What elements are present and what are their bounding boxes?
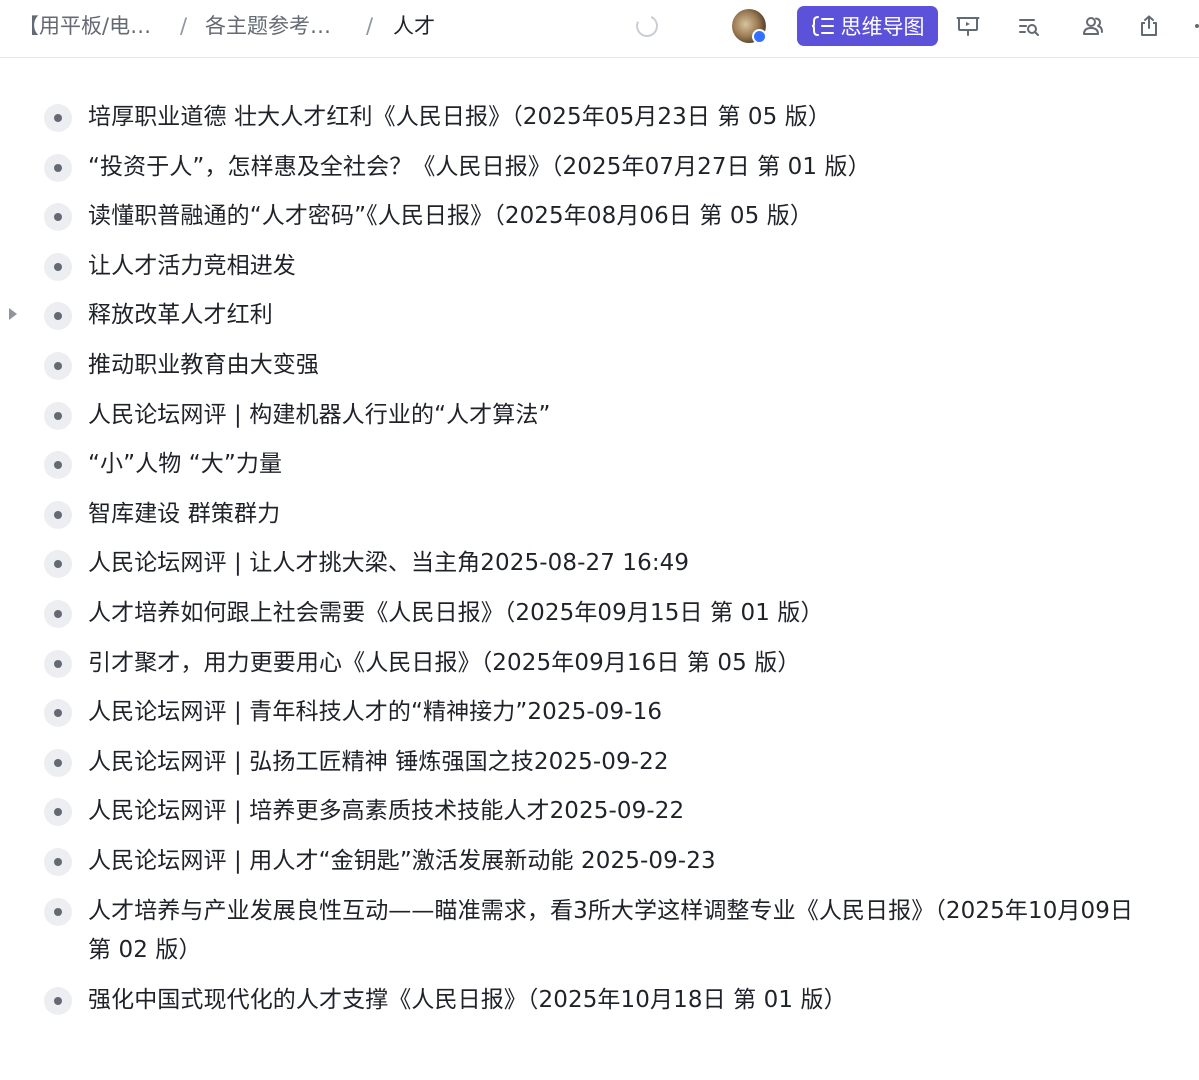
more-options-icon[interactable] xyxy=(1186,13,1199,39)
outline-item[interactable]: 培厚职业道德 壮大人才红利《人民日报》（2025年05月23日 第 05 版） xyxy=(0,93,1199,143)
outline-item-text[interactable]: “投资于人”，怎样惠及全社会？《人民日报》（2025年07月27日 第 01 版… xyxy=(88,143,1159,193)
outline-item[interactable]: “小”人物 “大”力量 xyxy=(0,440,1199,490)
outline-item-text[interactable]: 人才培养如何跟上社会需要《人民日报》（2025年09月15日 第 01 版） xyxy=(88,589,1159,639)
outline-item[interactable]: 人民论坛网评 | 用人才“金钥匙”激活发展新动能 2025-09-23 xyxy=(0,837,1199,887)
bullet-icon[interactable] xyxy=(44,649,72,678)
bullet-icon[interactable] xyxy=(44,798,72,827)
loading-spinner-icon xyxy=(632,11,662,41)
outline-item[interactable]: 人民论坛网评 | 让人才挑大梁、当主角2025-08-27 16:49 xyxy=(0,539,1199,589)
outline-item[interactable]: 强化中国式现代化的人才支撑《人民日报》（2025年10月18日 第 01 版） xyxy=(0,976,1199,1026)
share-export-icon[interactable] xyxy=(1136,13,1162,39)
outline-item-text[interactable]: “小”人物 “大”力量 xyxy=(88,440,1159,490)
bullet-icon[interactable] xyxy=(44,351,72,380)
mindmap-icon xyxy=(811,16,834,36)
outline-item[interactable]: 人民论坛网评 | 构建机器人行业的“人才算法” xyxy=(0,391,1199,441)
outline-item[interactable]: 人民论坛网评 | 青年科技人才的“精神接力”2025-09-16 xyxy=(0,688,1199,738)
search-in-doc-icon[interactable] xyxy=(1016,13,1042,39)
bullet-icon[interactable] xyxy=(44,748,72,777)
mindmap-button-label: 思维导图 xyxy=(840,15,925,39)
breadcrumb-separator: / xyxy=(366,14,374,38)
page-title: 人才 xyxy=(393,14,435,38)
collaborate-icon[interactable] xyxy=(1080,13,1106,39)
mindmap-button[interactable]: 思维导图 xyxy=(797,6,938,46)
outline-item-text[interactable]: 引才聚才，用力更要用心《人民日报》（2025年09月16日 第 05 版） xyxy=(88,639,1159,689)
breadcrumb-item-root[interactable]: 【用平板/电… xyxy=(18,12,160,40)
outline-item[interactable]: 推动职业教育由大变强 xyxy=(0,341,1199,391)
bullet-icon[interactable] xyxy=(44,500,72,529)
bullet-icon[interactable] xyxy=(44,451,72,480)
outline-item[interactable]: 人才培养如何跟上社会需要《人民日报》（2025年09月15日 第 01 版） xyxy=(0,589,1199,639)
outline-item[interactable]: 智库建设 群策群力 xyxy=(0,490,1199,540)
outline-item[interactable]: “投资于人”，怎样惠及全社会？《人民日报》（2025年07月27日 第 01 版… xyxy=(0,143,1199,193)
bullet-icon[interactable] xyxy=(44,699,72,728)
outline-item-text[interactable]: 强化中国式现代化的人才支撑《人民日报》（2025年10月18日 第 01 版） xyxy=(88,976,1159,1026)
bullet-icon[interactable] xyxy=(44,401,72,430)
breadcrumb-separator: / xyxy=(180,14,188,38)
outline-item-text[interactable]: 人民论坛网评 | 培养更多高素质技术技能人才2025-09-22 xyxy=(88,787,1159,837)
outline-item[interactable]: 让人才活力竞相进发 xyxy=(0,242,1199,292)
bullet-icon[interactable] xyxy=(44,104,72,132)
outline-item[interactable]: 人民论坛网评 | 培养更多高素质技术技能人才2025-09-22 xyxy=(0,787,1199,837)
top-bar: 【用平板/电… / 各主题参考… / 人才 思维导图 xyxy=(0,0,1199,58)
outline-list: 培厚职业道德 壮大人才红利《人民日报》（2025年05月23日 第 05 版） “… xyxy=(0,93,1199,1025)
breadcrumb-item-topic[interactable]: 各主题参考… xyxy=(205,12,345,40)
bullet-icon[interactable] xyxy=(44,203,72,232)
outline-item-text[interactable]: 人民论坛网评 | 弘扬工匠精神 锤炼强国之技2025-09-22 xyxy=(88,738,1159,788)
outline-item[interactable]: 释放改革人才红利 xyxy=(0,291,1199,341)
expand-arrow-icon[interactable] xyxy=(9,308,17,321)
outline-item-text[interactable]: 智库建设 群策群力 xyxy=(88,490,1159,540)
outline-item[interactable]: 人才培养与产业发展良性互动——瞄准需求，看3所大学这样调整专业《人民日报》（20… xyxy=(0,887,1199,976)
presentation-icon[interactable] xyxy=(955,13,981,39)
bullet-icon[interactable] xyxy=(44,847,72,876)
outline-item-text[interactable]: 人才培养与产业发展良性互动——瞄准需求，看3所大学这样调整专业《人民日报》（20… xyxy=(88,887,1159,976)
outline-item[interactable]: 人民论坛网评 | 弘扬工匠精神 锤炼强国之技2025-09-22 xyxy=(0,738,1199,788)
online-status-dot xyxy=(752,29,767,44)
bullet-icon[interactable] xyxy=(44,599,72,628)
outline-item[interactable]: 读懂职普融通的“人才密码”《人民日报》（2025年08月06日 第 05 版） xyxy=(0,192,1199,242)
outline-item-text[interactable]: 推动职业教育由大变强 xyxy=(88,341,1159,391)
bullet-icon[interactable] xyxy=(44,153,72,182)
bullet-icon[interactable] xyxy=(44,986,72,1015)
bullet-icon[interactable] xyxy=(44,302,72,331)
outline-item[interactable]: 引才聚才，用力更要用心《人民日报》（2025年09月16日 第 05 版） xyxy=(0,639,1199,689)
outline-item-text[interactable]: 培厚职业道德 壮大人才红利《人民日报》（2025年05月23日 第 05 版） xyxy=(88,93,1159,143)
outline-item-text[interactable]: 让人才活力竞相进发 xyxy=(88,242,1159,292)
outline-item-text[interactable]: 人民论坛网评 | 让人才挑大梁、当主角2025-08-27 16:49 xyxy=(88,539,1159,589)
bullet-icon[interactable] xyxy=(44,252,72,281)
outline-item-text[interactable]: 释放改革人才红利 xyxy=(88,291,1159,341)
outline-item-text[interactable]: 人民论坛网评 | 用人才“金钥匙”激活发展新动能 2025-09-23 xyxy=(88,837,1159,887)
outline-item-text[interactable]: 人民论坛网评 | 青年科技人才的“精神接力”2025-09-16 xyxy=(88,688,1159,738)
outline-item-text[interactable]: 读懂职普融通的“人才密码”《人民日报》（2025年08月06日 第 05 版） xyxy=(88,192,1159,242)
bullet-icon[interactable] xyxy=(44,897,72,926)
outline-item-text[interactable]: 人民论坛网评 | 构建机器人行业的“人才算法” xyxy=(88,391,1159,441)
bullet-icon[interactable] xyxy=(44,550,72,579)
